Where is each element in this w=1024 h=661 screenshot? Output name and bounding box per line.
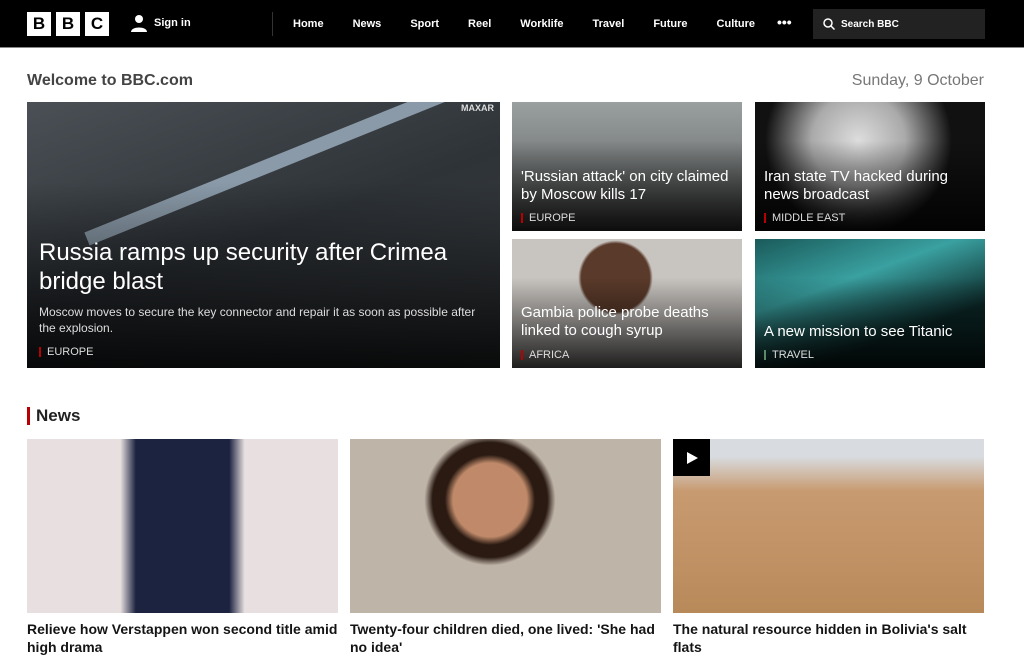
top-nav: B B C Sign in Home News Sport Reel Workl… (0, 0, 1024, 48)
hero-title: Russia ramps up security after Crimea br… (39, 239, 448, 295)
promo-story[interactable]: Iran state TV hacked during news broadca… (755, 102, 985, 231)
logo-letter: C (85, 12, 109, 36)
nav-reel[interactable]: Reel (468, 18, 491, 30)
promo-title: Iran state TV hacked during news broadca… (764, 168, 948, 203)
play-icon (686, 451, 698, 464)
hero-story[interactable]: MAXAR Russia ramps up security after Cri… (27, 102, 500, 368)
sign-in-label: Sign in (154, 17, 191, 29)
bbc-logo[interactable]: B B C (27, 12, 109, 36)
news-headline[interactable]: Twenty-four children died, one lived: 'S… (350, 620, 661, 656)
news-headline[interactable]: Relieve how Verstappen won second title … (27, 620, 338, 656)
promo-title: Gambia police probe deaths linked to cou… (521, 304, 709, 339)
nav-news[interactable]: News (353, 18, 382, 30)
play-video-button[interactable] (673, 439, 710, 476)
child-image[interactable] (350, 439, 661, 613)
nav-future[interactable]: Future (653, 18, 687, 30)
user-icon (131, 15, 147, 32)
promo-title: 'Russian attack' on city claimed by Mosc… (521, 168, 729, 203)
nav-worklife[interactable]: Worklife (520, 18, 563, 30)
promo-story[interactable]: A new mission to see Titanic TRAVEL (755, 239, 985, 368)
promo-tag[interactable]: MIDDLE EAST (764, 213, 845, 224)
date: Sunday, 9 October (851, 72, 984, 89)
nav-culture[interactable]: Culture (717, 18, 756, 30)
watermark: MAXAR (461, 103, 494, 113)
hero-summary: Moscow moves to secure the key connector… (39, 305, 476, 335)
nav-home[interactable]: Home (293, 18, 324, 30)
more-menu-button[interactable]: ••• (777, 14, 792, 30)
search-placeholder: Search BBC (841, 18, 899, 30)
promo-tag[interactable]: AFRICA (521, 350, 569, 361)
divider (272, 12, 273, 36)
nav-sport[interactable]: Sport (410, 18, 439, 30)
salt-flats-image[interactable] (673, 439, 984, 613)
promo-tag[interactable]: TRAVEL (764, 350, 814, 361)
promo-story[interactable]: Gambia police probe deaths linked to cou… (512, 239, 742, 368)
news-section-heading[interactable]: News (27, 407, 80, 425)
logo-letter: B (56, 12, 80, 36)
verstappen-image[interactable] (27, 439, 338, 613)
promo-story[interactable]: 'Russian attack' on city claimed by Mosc… (512, 102, 742, 231)
sign-in-button[interactable]: Sign in (130, 14, 191, 32)
promo-tag[interactable]: EUROPE (521, 213, 575, 224)
search-input[interactable]: Search BBC (813, 9, 985, 39)
logo-letter: B (27, 12, 51, 36)
hero-tag[interactable]: EUROPE (39, 347, 93, 358)
search-icon (823, 18, 835, 30)
news-headline[interactable]: The natural resource hidden in Bolivia's… (673, 620, 984, 656)
promo-title: A new mission to see Titanic (764, 323, 953, 340)
nav-travel[interactable]: Travel (593, 18, 625, 30)
page-title: Welcome to BBC.com (27, 72, 193, 89)
